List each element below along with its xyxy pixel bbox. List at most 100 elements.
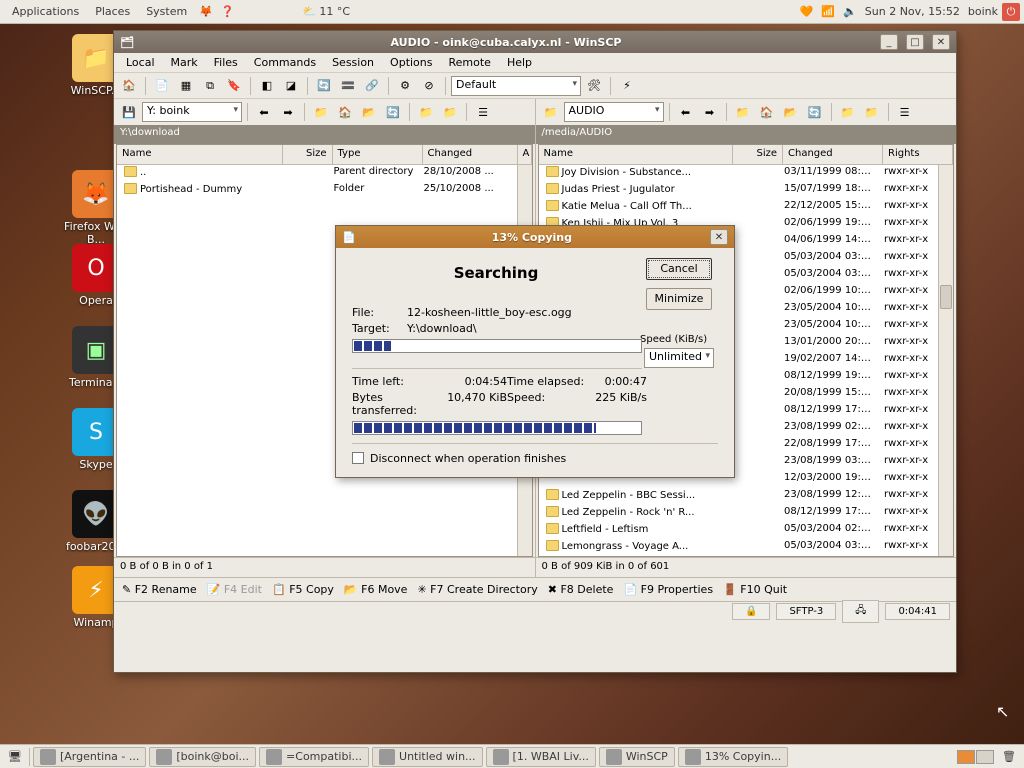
network-icon[interactable]: 📶 [817, 5, 839, 18]
f8-delete[interactable]: ✖ F8 Delete [548, 583, 614, 596]
dialog-close-button[interactable]: ✕ [710, 229, 728, 245]
menu-places[interactable]: Places [87, 3, 138, 20]
timeleft-label: Time left: [352, 375, 447, 388]
compare-icon[interactable]: 🟰 [337, 75, 359, 97]
f5-copy[interactable]: 📋 F5 Copy [272, 583, 334, 596]
menu-system[interactable]: System [138, 3, 195, 20]
minimize-button[interactable]: _ [880, 34, 898, 50]
f2-rename[interactable]: ✎ F2 Rename [122, 583, 197, 596]
layout-icon[interactable]: ▦ [175, 75, 197, 97]
weather-applet[interactable]: ⛅ 11 °C [299, 5, 354, 18]
menu-mark[interactable]: Mark [163, 53, 206, 72]
disconnect-checkbox[interactable] [352, 452, 364, 464]
minimize-button[interactable]: Minimize [646, 288, 712, 310]
rfavs-icon[interactable]: 📁 [861, 101, 883, 123]
taskbar-button[interactable]: WinSCP [599, 747, 675, 767]
menu-applications[interactable]: Applications [4, 3, 87, 20]
f7-mkdir[interactable]: ✳ F7 Create Directory [417, 583, 537, 596]
up-icon[interactable]: 📁 [310, 101, 332, 123]
firefox-launcher-icon[interactable]: 🦊 [195, 5, 217, 18]
table-row[interactable]: Led Zeppelin - Rock 'n' R...08/12/1999 1… [539, 505, 954, 522]
taskbar-button[interactable]: Untitled win... [372, 747, 483, 767]
dialog-titlebar[interactable]: 📄 13% Copying ✕ [336, 226, 734, 248]
local-drive-combo[interactable]: Y: boink [142, 102, 242, 122]
new-session-icon[interactable]: 📄 [151, 75, 173, 97]
user-switcher[interactable]: boink [964, 5, 1002, 18]
cancel-button[interactable]: Cancel [646, 258, 712, 280]
taskbar-button[interactable]: [Argentina - ... [33, 747, 146, 767]
rtree-icon[interactable]: ☰ [894, 101, 916, 123]
f4-edit[interactable]: 📝 F4 Edit [207, 583, 262, 596]
winscp-titlebar[interactable]: 🗂 AUDIO - oink@cuba.calyx.nl - WinSCP _ … [114, 31, 956, 53]
elapsed-label: Time elapsed: [507, 375, 587, 388]
favs-icon[interactable]: 📁 [439, 101, 461, 123]
taskbar-button[interactable]: [boink@boi... [149, 747, 256, 767]
menu-session[interactable]: Session [324, 53, 382, 72]
remote-drive-icon[interactable]: 📁 [540, 101, 562, 123]
fwd-icon[interactable]: ➡ [277, 101, 299, 123]
show-desktop-icon[interactable]: 🖥 [4, 750, 26, 763]
rfwd-icon[interactable]: ➡ [699, 101, 721, 123]
d2-icon[interactable]: ◪ [280, 75, 302, 97]
rback-icon[interactable]: ⬅ [675, 101, 697, 123]
rroot-icon[interactable]: 📂 [780, 101, 802, 123]
tree-icon[interactable]: ⧉ [199, 75, 221, 97]
trash-icon[interactable]: 🗑 [998, 750, 1020, 763]
table-row[interactable]: Joy Division - Substance...03/11/1999 08… [539, 165, 954, 182]
session-combo[interactable]: Default [451, 76, 581, 96]
gear-icon[interactable]: ⚙ [394, 75, 416, 97]
table-row[interactable]: Lemongrass - Voyage A...05/03/2004 03:2.… [539, 539, 954, 556]
d1-icon[interactable]: ◧ [256, 75, 278, 97]
workspace-switcher[interactable] [953, 750, 998, 764]
maximize-button[interactable]: □ [906, 34, 924, 50]
update-icon[interactable]: 🧡 [796, 5, 818, 18]
speed-combo[interactable]: Unlimited [644, 348, 714, 368]
address-icon[interactable]: 🏠 [118, 75, 140, 97]
table-row[interactable]: Leftfield - Leftism05/03/2004 02:0...rwx… [539, 522, 954, 539]
tree-toggle-icon[interactable]: ☰ [472, 101, 494, 123]
menu-files[interactable]: Files [206, 53, 246, 72]
rhome-icon[interactable]: 🏠 [756, 101, 778, 123]
rup-icon[interactable]: 📁 [732, 101, 754, 123]
clock[interactable]: Sun 2 Nov, 15:52 [861, 5, 964, 18]
local-columns[interactable]: NameSizeTypeChangedA [117, 145, 532, 165]
remote-scrollbar[interactable] [938, 165, 953, 556]
back-icon[interactable]: ⬅ [253, 101, 275, 123]
link-icon[interactable]: 🔗 [361, 75, 383, 97]
f6-move[interactable]: 📂 F6 Move [344, 583, 408, 596]
go-icon[interactable]: 📁 [415, 101, 437, 123]
refresh-icon[interactable]: 🔄 [382, 101, 404, 123]
local-drive-icon[interactable]: 💾 [118, 101, 140, 123]
remote-columns[interactable]: NameSizeChangedRights [539, 145, 954, 165]
menu-commands[interactable]: Commands [246, 53, 324, 72]
table-row[interactable]: Judas Priest - Jugulator15/07/1999 18:5.… [539, 182, 954, 199]
stop-icon[interactable]: ⊘ [418, 75, 440, 97]
table-row[interactable]: Led Zeppelin - BBC Sessi...23/08/1999 12… [539, 488, 954, 505]
disconnect-checkbox-row[interactable]: Disconnect when operation finishes [352, 452, 718, 465]
table-row[interactable]: ..Parent directory28/10/2008 ... [117, 165, 532, 182]
taskbar-button[interactable]: [1. WBAI Liv... [486, 747, 596, 767]
rgo-icon[interactable]: 📁 [837, 101, 859, 123]
f9-props[interactable]: 📄 F9 Properties [623, 583, 713, 596]
sync-icon[interactable]: 🔄 [313, 75, 335, 97]
rrefresh-icon[interactable]: 🔄 [804, 101, 826, 123]
power-icon[interactable]: ⏻ [1002, 3, 1020, 21]
root-icon[interactable]: 📂 [358, 101, 380, 123]
menu-remote[interactable]: Remote [441, 53, 499, 72]
taskbar-button[interactable]: 13% Copyin... [678, 747, 788, 767]
menu-options[interactable]: Options [382, 53, 440, 72]
bookmark-icon[interactable]: 🔖 [223, 75, 245, 97]
remote-drive-combo[interactable]: AUDIO [564, 102, 664, 122]
volume-icon[interactable]: 🔈 [839, 5, 861, 18]
close-button[interactable]: ✕ [932, 34, 950, 50]
taskbar-button[interactable]: =Compatibi... [259, 747, 369, 767]
prefs-icon[interactable]: 🛠 [583, 75, 605, 97]
transfer-icon[interactable]: ⚡ [616, 75, 638, 97]
menu-local[interactable]: Local [118, 53, 163, 72]
help-launcher-icon[interactable]: ❓ [217, 5, 239, 18]
table-row[interactable]: Katie Melua - Call Off Th...22/12/2005 1… [539, 199, 954, 216]
menu-help[interactable]: Help [499, 53, 540, 72]
table-row[interactable]: Portishead - DummyFolder25/10/2008 ... [117, 182, 532, 199]
home-icon[interactable]: 🏠 [334, 101, 356, 123]
f10-quit[interactable]: 🚪 F10 Quit [723, 583, 787, 596]
